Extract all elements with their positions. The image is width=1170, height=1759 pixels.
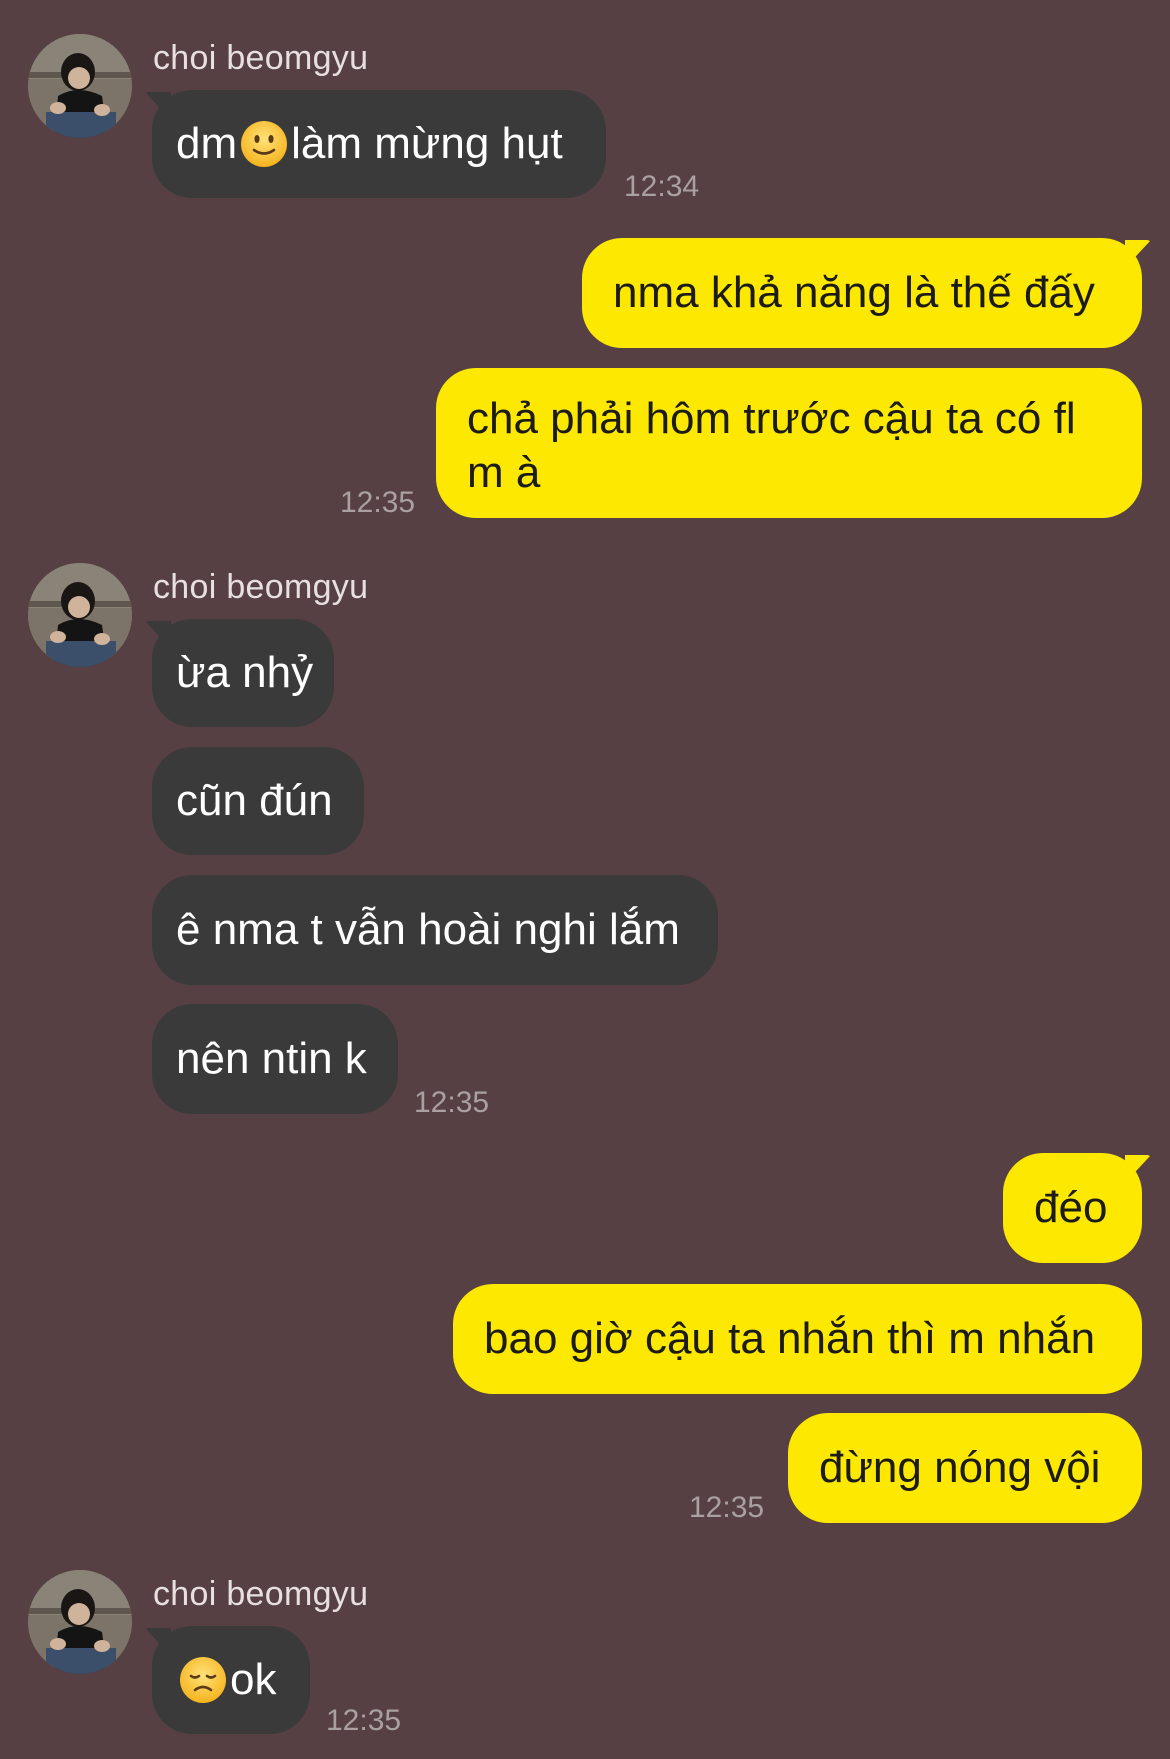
message-bubble-incoming[interactable]: dm làm mừng hụt [152, 90, 606, 198]
message-text: đéo [1034, 1183, 1108, 1232]
chat-window[interactable]: choi beomgyu dm làm mừng hụt 12:34 nma k… [0, 0, 1170, 1759]
sender-name: choi beomgyu [153, 1575, 369, 1613]
message-text: ê nma t vẫn hoài nghi lắm [176, 905, 680, 954]
sender-name: choi beomgyu [153, 39, 369, 77]
disappointed-face-icon [178, 1655, 228, 1705]
message-timestamp: 12:35 [689, 1491, 765, 1524]
message-text: nên ntin k [176, 1034, 367, 1083]
message-text: dm [176, 119, 238, 168]
avatar-photo [28, 563, 132, 667]
avatar-photo [28, 1570, 132, 1674]
message-bubble-incoming[interactable]: ừa nhỷ [152, 619, 334, 727]
message-bubble-incoming[interactable]: ok [152, 1626, 310, 1734]
avatar-photo [28, 34, 132, 138]
sender-name: choi beomgyu [153, 568, 369, 606]
contact-avatar[interactable] [28, 34, 132, 138]
message-text: ok [230, 1655, 277, 1704]
message-text: ừa nhỷ [176, 648, 314, 697]
contact-avatar[interactable] [28, 563, 132, 667]
message-text: bao giờ cậu ta nhắn thì m nhắn [484, 1314, 1096, 1363]
message-timestamp: 12:35 [414, 1086, 490, 1119]
contact-avatar[interactable] [28, 1570, 132, 1674]
message-timestamp: 12:35 [326, 1704, 402, 1737]
message-bubble-outgoing[interactable]: chả phải hôm trước cậu ta có fl m à [436, 368, 1142, 518]
message-text: đừng nóng vội [819, 1443, 1101, 1492]
message-bubble-incoming[interactable]: nên ntin k [152, 1004, 398, 1114]
message-text: chả phải hôm trước cậu ta có fl m à [467, 394, 1076, 497]
message-timestamp: 12:35 [340, 486, 416, 519]
message-text: nma khả năng là thế đấy [613, 268, 1095, 317]
message-bubble-incoming[interactable]: ê nma t vẫn hoài nghi lắm [152, 875, 718, 985]
message-bubble-outgoing[interactable]: bao giờ cậu ta nhắn thì m nhắn [453, 1284, 1142, 1394]
slightly-smiling-face-icon [239, 119, 289, 169]
message-bubble-incoming[interactable]: cũn đún [152, 747, 364, 855]
message-bubble-outgoing[interactable]: đừng nóng vội [788, 1413, 1142, 1523]
message-timestamp: 12:34 [624, 170, 700, 203]
message-bubble-outgoing[interactable]: đéo [1003, 1153, 1142, 1263]
message-text: làm mừng hụt [291, 119, 563, 168]
message-text: cũn đún [176, 776, 333, 825]
message-bubble-outgoing[interactable]: nma khả năng là thế đấy [582, 238, 1142, 348]
